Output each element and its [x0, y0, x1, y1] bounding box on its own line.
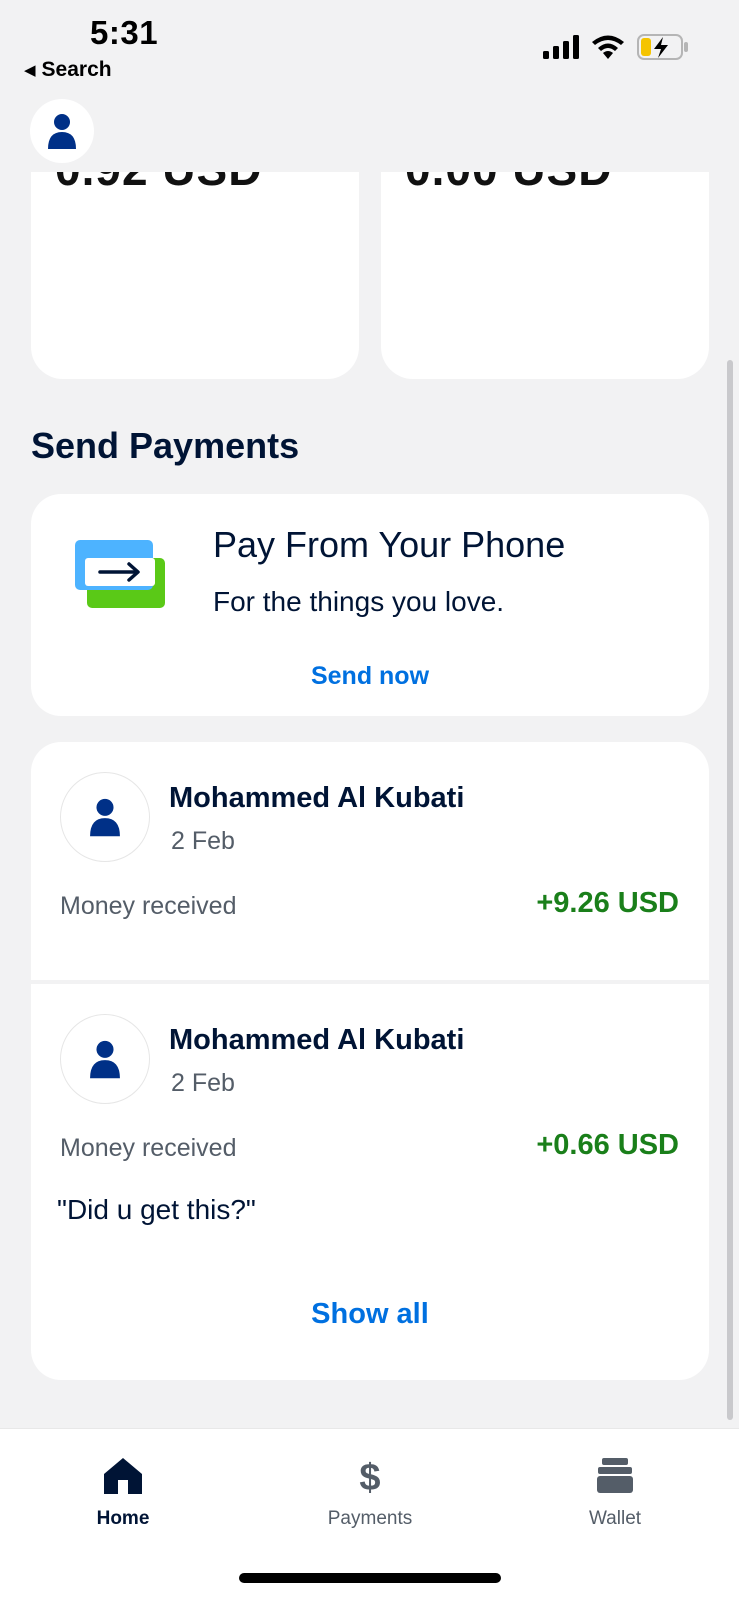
- home-icon: [104, 1458, 142, 1494]
- wallet-icon: [597, 1458, 633, 1493]
- back-search-label: Search: [41, 58, 112, 81]
- dollar-icon: $: [359, 1457, 380, 1499]
- battery-charging-icon: [637, 34, 688, 60]
- send-money-cards-icon: [75, 540, 165, 608]
- transaction-note: "Did u get this?": [57, 1194, 256, 1225]
- balance-cards: 0.92 USD 0.00 USD: [31, 172, 709, 379]
- transaction-amount: +9.26 USD: [536, 887, 679, 919]
- person-icon: [48, 114, 76, 149]
- transaction-type: Money received: [60, 1134, 237, 1162]
- promo-subtitle: For the things you love.: [213, 586, 505, 617]
- tab-home[interactable]: Home: [43, 1457, 203, 1530]
- transaction-contact-name: Mohammed Al Kubati: [169, 782, 465, 814]
- recent-activity-card: Mohammed Al Kubati 2 Feb Money received …: [31, 742, 709, 1380]
- balance-amount: 0.00 USD: [405, 172, 612, 196]
- transaction-contact-name: Mohammed Al Kubati: [169, 1024, 465, 1056]
- status-bar: 5:31 ◀ Search: [0, 0, 739, 95]
- transaction-type: Money received: [60, 892, 237, 920]
- transaction-date: 2 Feb: [171, 827, 235, 855]
- svg-text:$: $: [359, 1457, 380, 1495]
- person-icon: [90, 798, 120, 837]
- scrollbar[interactable]: [727, 360, 733, 1420]
- promo-title: Pay From Your Phone: [213, 524, 566, 565]
- home-indicator: [239, 1573, 501, 1583]
- cellular-signal-icon: [543, 35, 579, 59]
- transaction-date: 2 Feb: [171, 1069, 235, 1097]
- transaction-row[interactable]: Mohammed Al Kubati 2 Feb Money received …: [31, 984, 709, 1284]
- status-icons: [543, 34, 689, 60]
- person-icon: [90, 1040, 120, 1079]
- contact-avatar: [60, 772, 150, 862]
- tab-wallet-label: Wallet: [588, 1508, 642, 1529]
- transaction-amount: +0.66 USD: [536, 1129, 679, 1161]
- contact-avatar: [60, 1014, 150, 1104]
- back-to-search-button[interactable]: ◀ Search: [24, 58, 112, 82]
- send-now-link[interactable]: Send now: [31, 662, 709, 691]
- tab-home-label: Home: [96, 1508, 150, 1529]
- tab-payments[interactable]: $ Payments: [290, 1457, 450, 1530]
- status-time: 5:31: [90, 14, 159, 51]
- transaction-row[interactable]: Mohammed Al Kubati 2 Feb Money received …: [31, 742, 709, 980]
- back-triangle-icon: ◀: [24, 62, 36, 79]
- tab-payments-label: Payments: [327, 1508, 413, 1529]
- wifi-icon: [592, 35, 624, 59]
- pay-from-phone-card[interactable]: Pay From Your Phone For the things you l…: [31, 494, 709, 716]
- profile-avatar-button[interactable]: [30, 99, 94, 163]
- send-payments-heading: Send Payments: [31, 425, 300, 466]
- show-all-link[interactable]: Show all: [31, 1298, 709, 1331]
- tab-wallet[interactable]: Wallet: [535, 1457, 695, 1530]
- balance-amount: 0.92 USD: [55, 172, 262, 196]
- balance-card[interactable]: 0.92 USD: [31, 172, 359, 379]
- balance-card[interactable]: 0.00 USD: [381, 172, 709, 379]
